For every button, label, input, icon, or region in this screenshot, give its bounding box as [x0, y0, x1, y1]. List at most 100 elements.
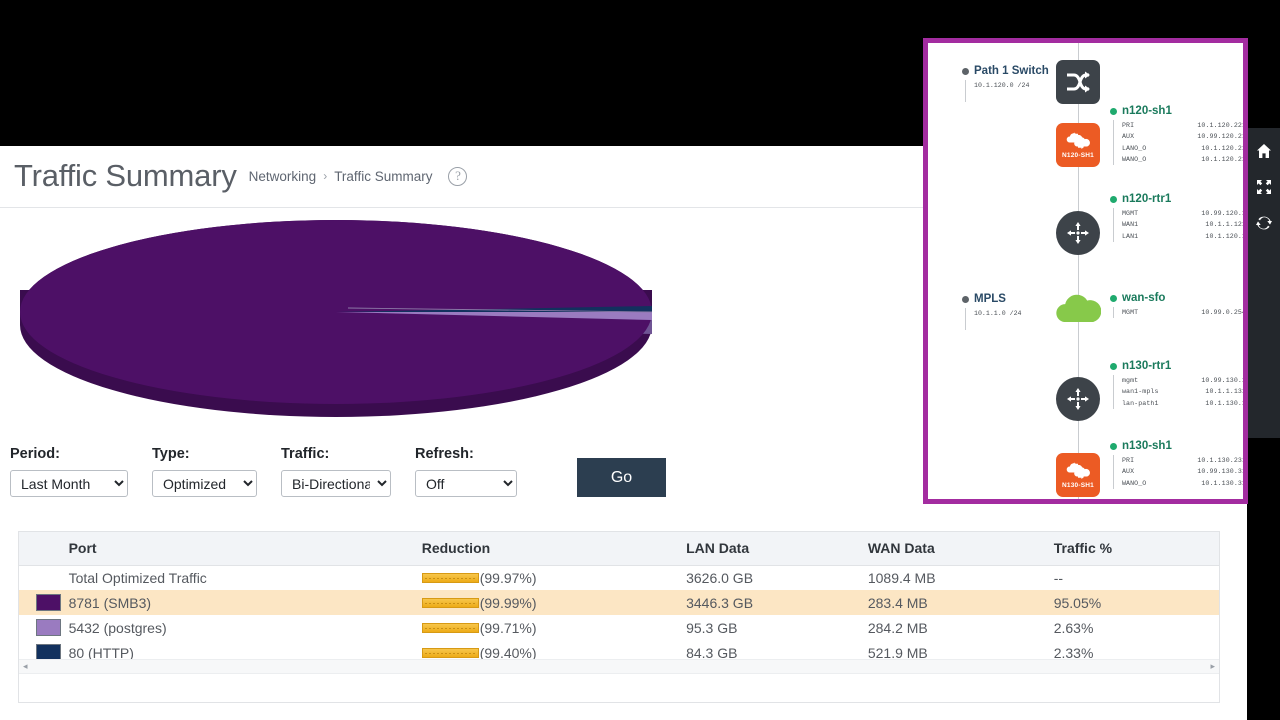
cloud-icon[interactable]: [1055, 293, 1102, 325]
table-header-lan-data[interactable]: LAN Data: [686, 532, 868, 566]
detail-key: PRI: [1122, 122, 1135, 129]
status-dot-grey-icon: [962, 67, 969, 75]
period-control: Period: Last HourLast DayLast WeekLast M…: [10, 446, 128, 497]
detail-value: 10.1.130.1: [1205, 399, 1243, 407]
detail-key: LAN1: [1122, 232, 1139, 240]
cell-traffic-pct: --: [1053, 569, 1064, 586]
help-icon[interactable]: ?: [448, 167, 468, 186]
go-button[interactable]: Go: [577, 458, 666, 497]
node-subnet: 10.1.1.0 /24: [965, 308, 1021, 330]
table-body: Total Optimized Traffic (99.97%) 3626.0 GB…: [19, 565, 1219, 665]
topology-label-n130-rtr1[interactable]: n130-rtr1 mgmt 10.99.130.1 wan1-mpls 10.1.1…: [1110, 360, 1243, 409]
detail-value: 10.1.120.21: [1201, 155, 1243, 163]
home-icon[interactable]: [1253, 140, 1275, 162]
node-title: wan-sfo: [1122, 292, 1166, 304]
refresh-icon[interactable]: [1253, 212, 1275, 234]
topology-label-n120-sh1[interactable]: n120-sh1 PRI 10.1.120.221 AUX 10.99.120.21 L…: [1110, 105, 1243, 166]
detail-key: WANO_O: [1122, 155, 1147, 163]
detail-key: AUX: [1122, 133, 1135, 141]
refresh-control: Refresh: Off30s1m5m: [415, 446, 517, 497]
detail-value: 10.1.130.31: [1201, 479, 1243, 487]
node-title: MPLS: [974, 293, 1006, 305]
refresh-label: Refresh:: [415, 446, 474, 462]
appliance-icon-n130-sh1[interactable]: N130-SH1: [1056, 453, 1100, 497]
row-color-swatch: [19, 590, 69, 615]
traffic-table: Port Reduction LAN Data WAN Data Traffic…: [19, 532, 1219, 665]
node-detail-list: MGMT 10.99.0.254: [1113, 307, 1243, 319]
topology-spine-line: [1078, 43, 1079, 499]
traffic-table-card: Port Reduction LAN Data WAN Data Traffic…: [18, 531, 1220, 703]
table-horizontal-scrollbar[interactable]: ◂ ▸: [19, 659, 1219, 674]
detail-value: 10.1.1.121: [1205, 221, 1243, 229]
table-header-port[interactable]: Port: [68, 532, 422, 566]
node-detail-row: wan1-mpls 10.1.1.131: [1122, 386, 1243, 397]
node-detail-list: PRI 10.1.130.231 AUX 10.99.130.31 WANO_O 10.1…: [1113, 455, 1243, 489]
table-header-wan-data[interactable]: WAN Data: [867, 532, 1054, 566]
scroll-left-icon[interactable]: ◂: [23, 662, 28, 671]
node-detail-row: mgmt 10.99.130.1: [1122, 375, 1243, 386]
node-title: n130-sh1: [1122, 440, 1172, 452]
router-icon-n130-rtr1[interactable]: [1056, 377, 1100, 421]
detail-key: AUX: [1122, 468, 1135, 476]
icon-caption: N130-SH1: [1062, 482, 1094, 489]
detail-value: 10.99.120.1: [1201, 210, 1243, 217]
breadcrumb-item-networking[interactable]: Networking: [249, 169, 317, 184]
detail-value: 10.1.120.21: [1201, 144, 1243, 152]
period-select[interactable]: Last HourLast DayLast WeekLast Month: [10, 470, 128, 497]
traffic-label: Traffic:: [281, 446, 330, 462]
cell-lan-data: 3446.3 GB: [686, 590, 868, 615]
cell-wan-data: 284.2 MB: [867, 619, 928, 636]
node-detail-row: AUX 10.99.130.31: [1122, 466, 1243, 477]
cell-wan-data: 283.4 MB: [867, 590, 1054, 615]
topology-label-mpls[interactable]: MPLS 10.1.1.0 /24: [962, 293, 1021, 330]
detail-value: 10.1.130.231: [1197, 457, 1243, 464]
cell-reduction: (99.97%): [421, 565, 686, 590]
cell-wan-data: 1089.4 MB: [867, 569, 936, 586]
cell-port: 5432 (postgres): [68, 619, 167, 636]
router-icon-n120-rtr1[interactable]: [1056, 211, 1100, 255]
breadcrumb-item-traffic-summary[interactable]: Traffic Summary: [334, 169, 432, 184]
node-title-row: Path 1 Switch: [962, 65, 1049, 77]
cell-traffic-pct: 2.63%: [1053, 619, 1094, 636]
pie-chart-canvas: [8, 200, 658, 440]
scroll-right-icon[interactable]: ▸: [1210, 662, 1215, 671]
topology-label-path1-switch[interactable]: Path 1 Switch 10.1.120.0 /24: [962, 65, 1049, 102]
table-header-traffic-pct[interactable]: Traffic %: [1053, 532, 1219, 566]
detail-key: LANO_O: [1122, 144, 1147, 152]
cell-reduction: (99.71%): [421, 615, 686, 640]
node-detail-row: LAN1 10.1.120.1: [1122, 231, 1243, 242]
node-detail-row: WANO_O 10.1.120.21: [1122, 154, 1243, 165]
detail-key: mgmt: [1122, 377, 1139, 384]
detail-key: lan-path1: [1122, 399, 1159, 407]
node-title-row: n120-rtr1: [1110, 193, 1243, 205]
appliance-icon-n120-sh1[interactable]: N120-SH1: [1056, 123, 1100, 167]
node-detail-list: PRI 10.1.120.221 AUX 10.99.120.21 LANO_O 10.1…: [1113, 120, 1243, 166]
topology-label-n130-sh1[interactable]: n130-sh1 PRI 10.1.130.231 AUX 10.99.130.31 W…: [1110, 440, 1243, 489]
fullscreen-icon[interactable]: [1253, 176, 1275, 198]
status-dot-green-icon: [1110, 442, 1117, 450]
topology-label-n120-rtr1[interactable]: n120-rtr1 MGMT 10.99.120.1 WAN1 10.1.1.121 L…: [1110, 193, 1243, 242]
table-row[interactable]: Total Optimized Traffic (99.97%) 3626.0 GB…: [19, 565, 1219, 590]
type-select[interactable]: OptimizedPassthroughAll: [152, 470, 257, 497]
network-topology-panel: Path 1 Switch 10.1.120.0 /24 N120-SH1 n1…: [923, 38, 1248, 504]
switch-icon[interactable]: [1056, 60, 1100, 104]
node-detail-list: MGMT 10.99.120.1 WAN1 10.1.1.121 LAN1 10.1.12…: [1113, 208, 1243, 242]
detail-value: 10.1.120.1: [1205, 232, 1243, 240]
refresh-select[interactable]: Off30s1m5m: [415, 470, 517, 497]
detail-value: 10.99.130.1: [1201, 377, 1243, 384]
reduction-bar: [421, 572, 479, 583]
reduction-value: (99.71%): [479, 619, 537, 636]
cell-port: Total Optimized Traffic: [68, 569, 207, 586]
detail-key: WANO_O: [1122, 479, 1147, 487]
cell-port: 8781 (SMB3): [68, 590, 422, 615]
table-row[interactable]: 8781 (SMB3) (99.99%) 3446.3 GB 283.4 MB 95.0…: [19, 590, 1219, 615]
traffic-control: Traffic: Bi-DirectionalInboundOutbound: [281, 446, 391, 497]
traffic-select[interactable]: Bi-DirectionalInboundOutbound: [281, 470, 391, 497]
node-title: n130-rtr1: [1122, 360, 1172, 372]
node-detail-row: PRI 10.1.130.231: [1122, 455, 1243, 466]
detail-key: WAN1: [1122, 221, 1139, 229]
table-row[interactable]: 5432 (postgres) (99.71%) 95.3 GB 284.2 MB 2.…: [19, 615, 1219, 640]
status-dot-green-icon: [1110, 362, 1117, 370]
topology-label-wan-sfo[interactable]: wan-sfo MGMT 10.99.0.254: [1110, 292, 1243, 319]
table-header-reduction[interactable]: Reduction: [421, 532, 687, 566]
